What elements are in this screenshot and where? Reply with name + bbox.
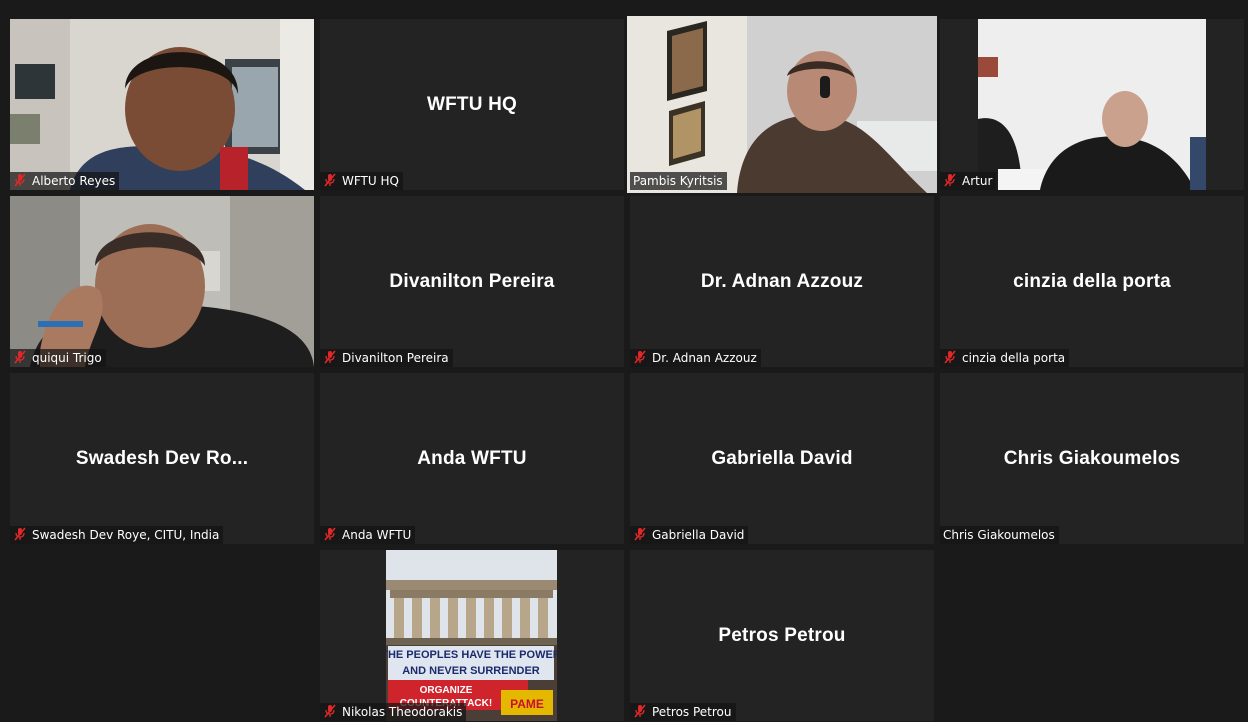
participant-display-name: cinzia della porta	[1013, 270, 1171, 292]
participant-tile-active-speaker[interactable]: Pambis Kyritsis	[627, 16, 937, 193]
participant-name-tag: Nikolas Theodorakis	[320, 703, 467, 721]
muted-microphone-icon	[323, 704, 337, 718]
participant-name-tag: Swadesh Dev Roye, CITU, India	[10, 526, 224, 544]
participant-name-tag: Gabriella David	[630, 526, 749, 544]
muted-microphone-icon	[323, 173, 337, 187]
muted-microphone-icon	[633, 527, 647, 541]
muted-microphone-icon	[323, 350, 337, 364]
participant-name-tag: Chris Giakoumelos	[940, 526, 1059, 544]
participant-name-tag: Petros Petrou	[630, 703, 736, 721]
participant-tile[interactable]: cinzia della porta cinzia della porta	[940, 196, 1244, 367]
participant-name-tag: Divanilton Pereira	[320, 349, 453, 367]
muted-microphone-icon	[13, 173, 27, 187]
participant-tile[interactable]: Dr. Adnan Azzouz Dr. Adnan Azzouz	[630, 196, 934, 367]
video-gallery: Alberto Reyes WFTU HQ WFTU HQ Pambis Kyr…	[0, 0, 1248, 722]
muted-microphone-icon	[633, 704, 647, 718]
participant-tile[interactable]: Alberto Reyes	[10, 19, 314, 190]
participant-video	[940, 19, 1244, 190]
muted-microphone-icon	[323, 527, 337, 541]
participant-name-tag: quiqui Trigo	[10, 349, 106, 367]
participant-name-tag: cinzia della porta	[940, 349, 1070, 367]
participant-name-tag: Artur	[940, 172, 997, 190]
participant-display-name: Chris Giakoumelos	[1003, 447, 1181, 469]
participant-tile[interactable]: Artur	[940, 19, 1244, 190]
participant-name-tag: Dr. Adnan Azzouz	[630, 349, 761, 367]
participant-tile[interactable]: Divanilton Pereira Divanilton Pereira	[320, 196, 624, 367]
participant-display-name: Swadesh Dev Ro...	[75, 447, 249, 469]
banner-line-2: AND NEVER SURRENDER	[402, 665, 540, 677]
muted-microphone-icon	[633, 350, 647, 364]
participant-tile[interactable]: Petros Petrou Petros Petrou	[630, 550, 934, 721]
participant-tile[interactable]: WFTU HQ WFTU HQ	[320, 19, 624, 190]
participant-video	[627, 16, 937, 193]
participant-tile[interactable]: Swadesh Dev Ro... Swadesh Dev Roye, CITU…	[10, 373, 314, 544]
participant-display-name: WFTU HQ	[426, 93, 518, 115]
participant-tile[interactable]: quiqui Trigo	[10, 196, 314, 367]
participant-display-name: Anda WFTU	[417, 447, 527, 469]
participant-name-tag: Pambis Kyritsis	[630, 172, 727, 190]
participant-display-name: Divanilton Pereira	[389, 270, 555, 292]
muted-microphone-icon	[943, 173, 957, 187]
participant-tile[interactable]: THE PEOPLES HAVE THE POWER AND NEVER SUR…	[320, 550, 624, 721]
participant-name-tag: WFTU HQ	[320, 172, 403, 190]
participant-name-tag: Alberto Reyes	[10, 172, 120, 190]
muted-microphone-icon	[13, 350, 27, 364]
banner-line-3: ORGANIZE	[420, 685, 473, 696]
participant-display-name: Petros Petrou	[718, 624, 846, 646]
participant-tile[interactable]: Chris Giakoumelos Chris Giakoumelos	[940, 373, 1244, 544]
participant-video	[10, 19, 314, 190]
muted-microphone-icon	[13, 527, 27, 541]
banner-line-1: THE PEOPLES HAVE THE POWER	[386, 649, 557, 661]
participant-tile[interactable]: Gabriella David Gabriella David	[630, 373, 934, 544]
banner-logo: PAME	[510, 697, 544, 711]
participant-video	[10, 196, 314, 367]
muted-microphone-icon	[943, 350, 957, 364]
participant-display-name: Dr. Adnan Azzouz	[700, 270, 864, 292]
participant-name-tag: Anda WFTU	[320, 526, 416, 544]
participant-avatar: THE PEOPLES HAVE THE POWER AND NEVER SUR…	[386, 550, 557, 721]
participant-tile[interactable]: Anda WFTU Anda WFTU	[320, 373, 624, 544]
participant-display-name: Gabriella David	[711, 447, 853, 469]
